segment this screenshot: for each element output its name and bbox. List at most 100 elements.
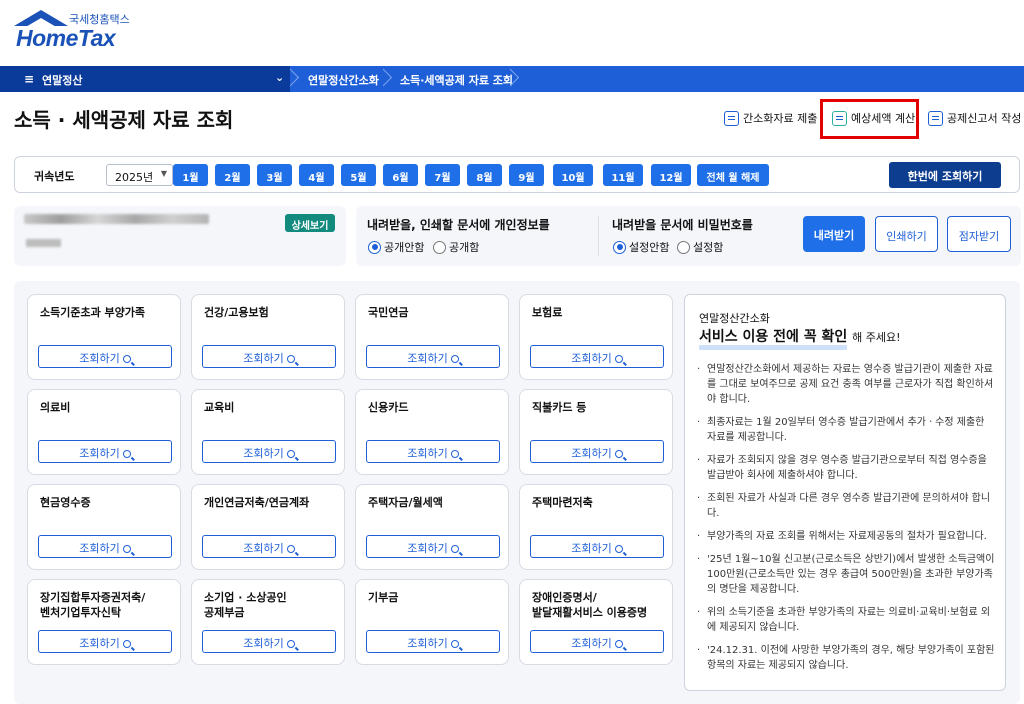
card-query-button[interactable]: 조회하기	[202, 345, 336, 368]
privacy-hide-radio[interactable]: 공개안함	[368, 239, 424, 255]
card-query-button[interactable]: 조회하기	[38, 630, 172, 653]
search-icon	[122, 640, 131, 648]
card-title: 장애인증명서/ 발달재활서비스 이용증명	[532, 591, 648, 619]
card-query-button[interactable]: 조회하기	[366, 630, 500, 653]
braille-button[interactable]: 점자받기	[947, 216, 1011, 252]
breadcrumb-item-current[interactable]: 소득·세액공제 자료 조회	[400, 72, 513, 88]
card-query-button[interactable]: 조회하기	[38, 345, 172, 368]
deduction-card: 장기집합투자증권저축/ 벤처기업투자신탁 조회하기	[27, 579, 181, 665]
card-query-button[interactable]: 조회하기	[530, 630, 664, 653]
month-button-10[interactable]: 10월	[553, 164, 593, 186]
deduction-card: 건강/고용보험조회하기	[191, 294, 345, 380]
month-button-2[interactable]: 2월	[215, 164, 250, 186]
highlight-box	[820, 99, 919, 139]
redacted-user-name	[24, 214, 209, 224]
month-button-6[interactable]: 6월	[383, 164, 418, 186]
search-icon	[286, 355, 295, 363]
search-icon	[614, 640, 623, 648]
logo-brand: HomeTax	[16, 25, 116, 51]
privacy-question: 내려받을, 인쇄할 문서에 개인정보를	[367, 218, 550, 232]
privacy-show-radio[interactable]: 공개함	[433, 239, 479, 255]
detail-view-button[interactable]: 상세보기	[285, 214, 335, 232]
notice-item: 조회된 자료가 사실과 다른 경우 영수증 발급기관에 문의하셔야 합니다.	[697, 491, 995, 521]
month-button-3[interactable]: 3월	[257, 164, 292, 186]
month-button-4[interactable]: 4월	[299, 164, 334, 186]
hometax-logo[interactable]: 국세청홈택스 HomeTax	[14, 8, 154, 52]
search-icon	[614, 355, 623, 363]
notice-item: 위의 소득기준을 초과한 부양가족의 자료는 의료비·교육비·보험료 외에 제공…	[697, 605, 995, 635]
breadcrumb-item-simplified[interactable]: 연말정산간소화	[308, 72, 379, 88]
year-label: 귀속년도	[34, 170, 75, 183]
card-title: 직불카드 등	[532, 401, 587, 414]
password-off-radio[interactable]: 설정안함	[613, 239, 669, 255]
month-button-5[interactable]: 5월	[341, 164, 376, 186]
download-options-panel: 내려받을, 인쇄할 문서에 개인정보를 공개안함 공개함 내려받을 문서에 비밀…	[356, 206, 1021, 266]
breadcrumb-bar: ≡ 연말정산 ⌄ 연말정산간소화 소득·세액공제 자료 조회	[0, 66, 1024, 92]
card-title: 의료비	[40, 401, 71, 414]
search-icon	[286, 545, 295, 553]
notice-heading: 서비스 이용 전에 꼭 확인 해 주세요!	[699, 326, 901, 350]
month-button-12[interactable]: 12월	[651, 164, 691, 186]
deduction-card: 주택자금/월세액 조회하기	[355, 484, 509, 570]
card-title: 신용카드	[368, 401, 409, 414]
notice-item: '25년 1월~10월 신고분(근로소득은 상반기)에서 발생한 소득금액이 1…	[697, 552, 995, 597]
deduction-card: 소기업 · 소상공인 공제부금 조회하기	[191, 579, 345, 665]
card-query-button[interactable]: 조회하기	[202, 535, 336, 558]
notice-item: 부양가족의 자료 조회를 위해서는 자료제공동의 절차가 필요합니다.	[697, 529, 995, 544]
card-query-button[interactable]: 조회하기	[530, 535, 664, 558]
month-button-1[interactable]: 1월	[173, 164, 208, 186]
edit-document-icon	[928, 110, 943, 126]
deduction-card: 소득기준초과 부양가족 조회하기	[27, 294, 181, 380]
search-icon	[450, 640, 459, 648]
card-title: 개인연금저축/연금계좌	[204, 496, 310, 509]
deduction-card: 직불카드 등조회하기	[519, 389, 673, 475]
search-icon	[450, 545, 459, 553]
card-title: 기부금	[368, 591, 399, 604]
search-icon	[122, 545, 131, 553]
card-query-button[interactable]: 조회하기	[530, 440, 664, 463]
card-title: 건강/고용보험	[204, 306, 269, 319]
document-icon	[724, 110, 739, 126]
card-title: 국민연금	[368, 306, 409, 319]
print-button[interactable]: 인쇄하기	[875, 216, 938, 252]
menu-dropdown[interactable]: ≡ 연말정산 ⌄	[0, 66, 290, 92]
card-query-button[interactable]: 조회하기	[366, 345, 500, 368]
month-button-7[interactable]: 7월	[425, 164, 460, 186]
card-query-button[interactable]: 조회하기	[530, 345, 664, 368]
deduction-card: 주택마련저축조회하기	[519, 484, 673, 570]
card-query-button[interactable]: 조회하기	[366, 440, 500, 463]
search-icon	[450, 355, 459, 363]
chevron-down-icon: ⌄	[275, 71, 285, 84]
download-button[interactable]: 내려받기	[803, 216, 865, 252]
deduction-card: 신용카드조회하기	[355, 389, 509, 475]
deduction-card: 의료비조회하기	[27, 389, 181, 475]
deduction-card: 교육비 조회하기	[191, 389, 345, 475]
submit-simplified-button[interactable]: 간소화자료 제출	[724, 110, 817, 126]
write-deduction-form-button[interactable]: 공제신고서 작성	[928, 110, 1021, 126]
month-button-8[interactable]: 8월	[467, 164, 502, 186]
password-on-radio[interactable]: 설정함	[677, 239, 723, 255]
deduction-card: 현금영수증조회하기	[27, 484, 181, 570]
card-title: 주택마련저축	[532, 496, 593, 509]
hamburger-icon: ≡	[24, 72, 35, 86]
month-button-9[interactable]: 9월	[509, 164, 544, 186]
card-query-button[interactable]: 조회하기	[366, 535, 500, 558]
year-select[interactable]: 2025년 ▼	[106, 164, 173, 186]
month-button-11[interactable]: 11월	[603, 164, 643, 186]
card-title: 현금영수증	[40, 496, 91, 509]
notice-list: 연말정산간소화에서 제공하는 자료는 영수증 발급기관이 제출한 자료를 그대로…	[697, 362, 995, 681]
clear-all-months-button[interactable]: 전체 월 해제	[697, 164, 769, 186]
search-icon	[286, 450, 295, 458]
menu-label: 연말정산	[42, 74, 83, 87]
card-query-button[interactable]: 조회하기	[202, 440, 336, 463]
query-all-button[interactable]: 한번에 조회하기	[889, 162, 1001, 188]
search-icon	[450, 450, 459, 458]
card-query-button[interactable]: 조회하기	[38, 440, 172, 463]
deduction-card: 국민연금조회하기	[355, 294, 509, 380]
card-query-button[interactable]: 조회하기	[38, 535, 172, 558]
card-query-button[interactable]: 조회하기	[202, 630, 336, 653]
deduction-card: 장애인증명서/ 발달재활서비스 이용증명조회하기	[519, 579, 673, 665]
password-question: 내려받을 문서에 비밀번호를	[612, 218, 753, 232]
search-icon	[122, 450, 131, 458]
user-info-panel: 상세보기	[14, 206, 346, 266]
